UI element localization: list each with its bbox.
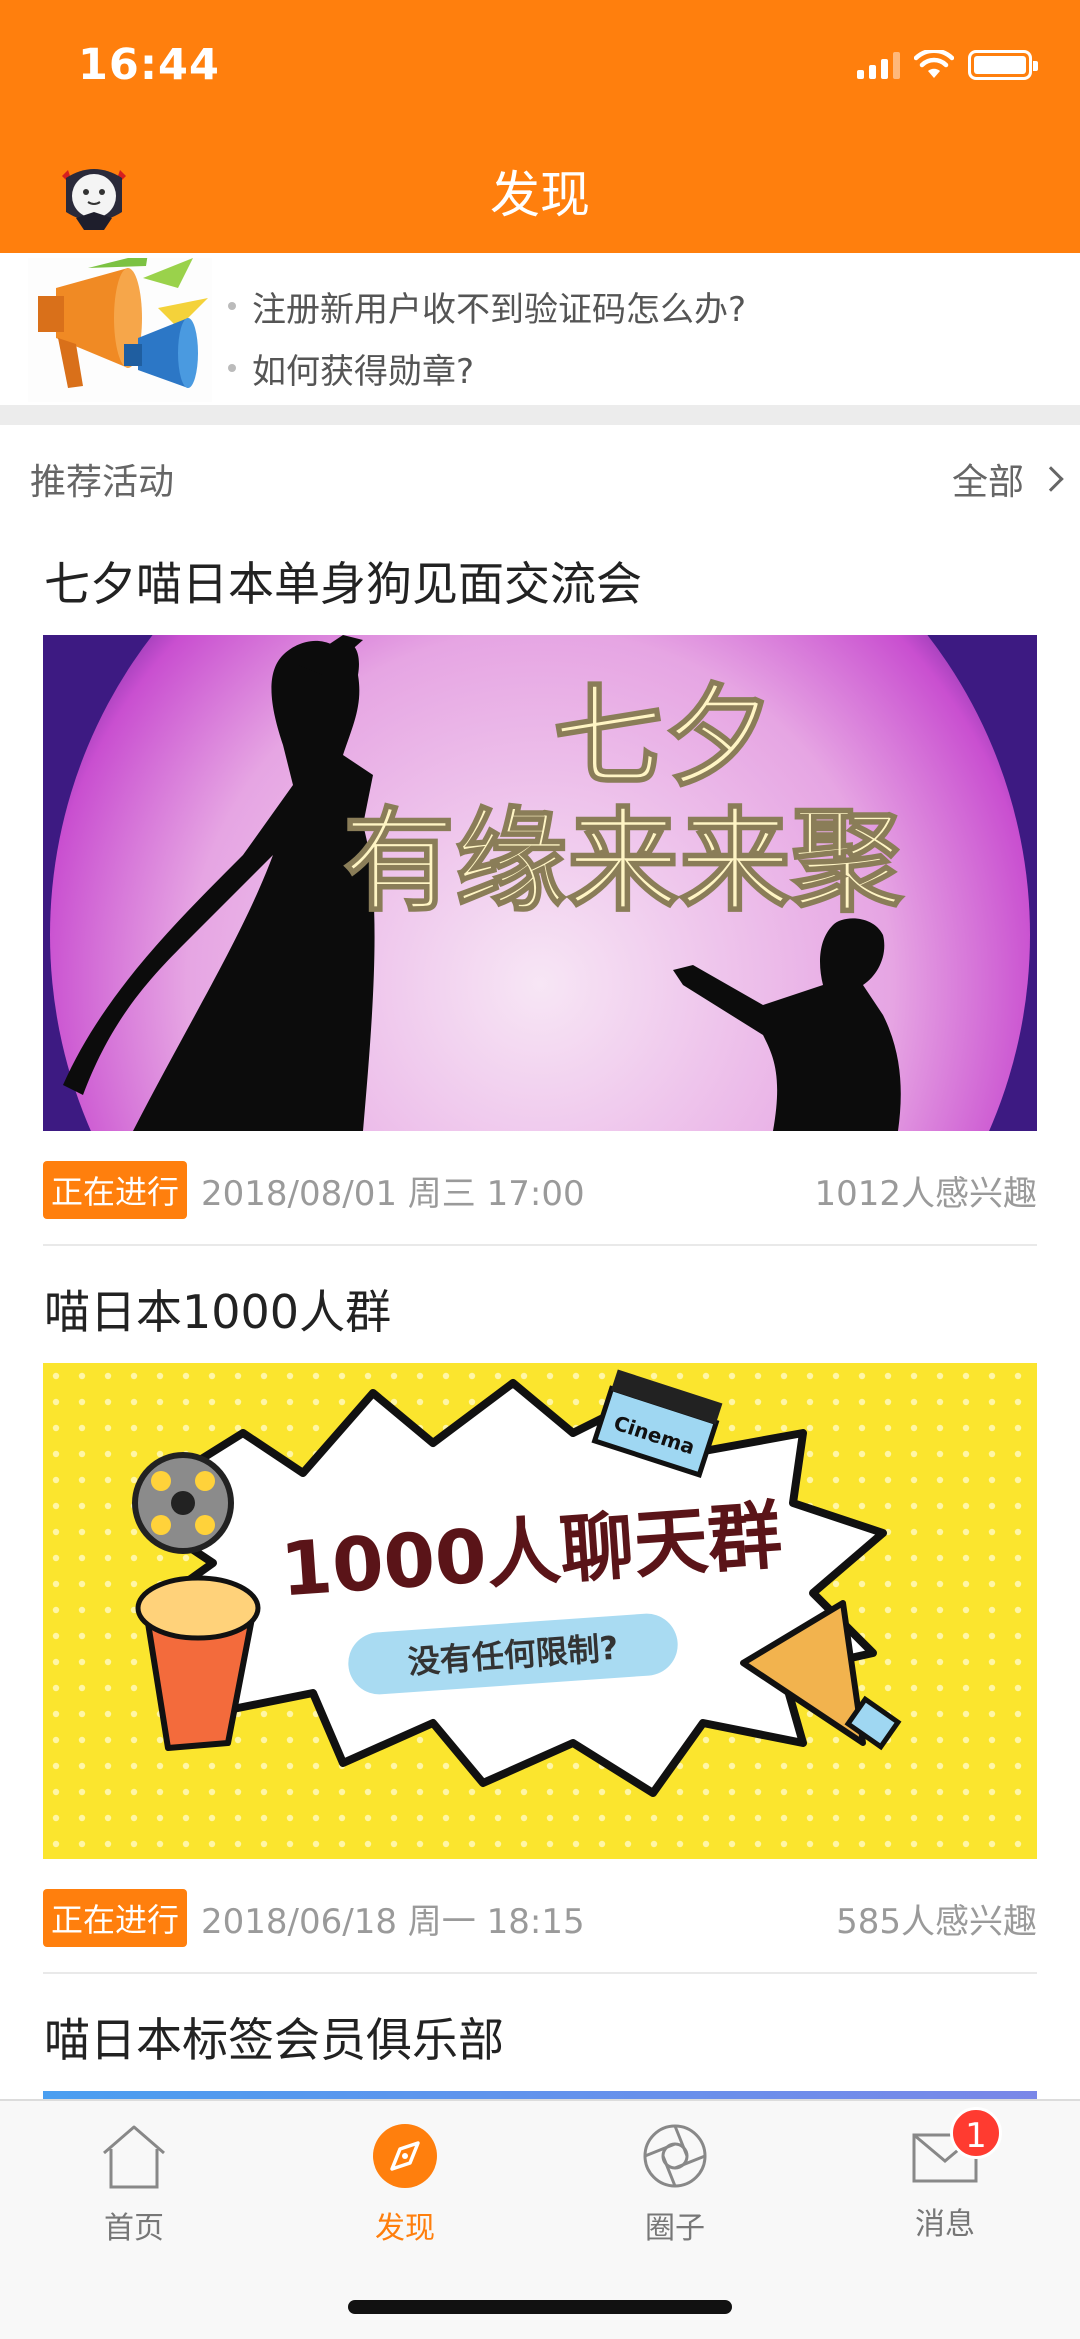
top-header: 16:44 发现 (0, 0, 1080, 253)
activity-banner[interactable]: Cinema 1000人聊天群 没有任何限制? (43, 1363, 1037, 1859)
activity-title[interactable]: 喵日本标签会员俱乐部 (44, 2004, 504, 2070)
chevron-right-icon (1038, 466, 1064, 492)
home-indicator[interactable] (348, 2300, 732, 2314)
notice-text: 注册新用户收不到验证码怎么办? (252, 289, 747, 330)
tab-label: 消息 (915, 2207, 975, 2242)
aperture-icon (643, 2124, 707, 2188)
banner-text: 有缘来来聚 (343, 797, 904, 927)
mail-icon-wrapper: 1 (910, 2107, 1002, 2191)
activity-meta: 正在进行 2018/08/01 周三 17:00 1012人感兴趣 (43, 1160, 1037, 1220)
cellular-signal-icon (857, 51, 900, 79)
tab-discover[interactable]: 发现 (315, 2121, 495, 2247)
battery-icon (968, 50, 1038, 80)
view-all-button[interactable]: 全部 (951, 453, 1064, 505)
view-all-label: 全部 (951, 462, 1024, 503)
tab-label: 圈子 (645, 2211, 705, 2246)
activity-banner[interactable] (43, 2091, 1037, 2099)
tab-label: 发现 (375, 2211, 435, 2246)
activity-date: 2018/08/01 周三 17:00 (201, 1173, 585, 1214)
status-icons (857, 50, 1038, 80)
divider (43, 1244, 1037, 1246)
status-badge: 正在进行 (43, 1889, 188, 1947)
unread-badge: 1 (950, 2107, 1002, 2159)
compass-icon (373, 2124, 437, 2188)
banner-image: 七夕 有缘来来聚 (43, 635, 1037, 1131)
notice-item[interactable]: 注册新用户收不到验证码怎么办? (228, 275, 746, 337)
bullet-icon (228, 364, 236, 372)
notice-text: 如何获得勋章? (252, 351, 475, 392)
announcement-bar: 注册新用户收不到验证码怎么办? 如何获得勋章? (0, 253, 1080, 405)
activity-banner[interactable]: 七夕 有缘来来聚 (43, 635, 1037, 1131)
activity-date: 2018/06/18 周一 18:15 (201, 1901, 585, 1942)
section-divider (0, 405, 1080, 425)
banner-image: Cinema 1000人聊天群 没有任何限制? (43, 1363, 1037, 1859)
home-icon (103, 2125, 165, 2189)
divider (43, 1972, 1037, 1974)
wifi-icon (914, 50, 954, 78)
activity-meta: 正在进行 2018/06/18 周一 18:15 585人感兴趣 (43, 1888, 1037, 1948)
tab-messages[interactable]: 1 消息 (855, 2107, 1035, 2243)
status-time: 16:44 (78, 40, 220, 90)
tab-label: 首页 (104, 2211, 164, 2246)
section-title: 推荐活动 (30, 462, 175, 503)
activity-title[interactable]: 喵日本1000人群 (44, 1276, 391, 1342)
interest-count: 1012人感兴趣 (814, 1173, 1037, 1214)
app-screen: 16:44 发现 注册新用户收不到验证码怎么办? 如何获得勋章? 推荐活动 全部… (0, 0, 1080, 2339)
banner-text: 七夕 (553, 673, 773, 801)
page-title: 发现 (490, 166, 590, 224)
bullet-icon (228, 302, 236, 310)
megaphone-icon (28, 258, 212, 402)
status-badge: 正在进行 (43, 1161, 188, 1219)
tab-home[interactable]: 首页 (44, 2121, 224, 2247)
tab-circle[interactable]: 圈子 (585, 2121, 765, 2247)
notice-item[interactable]: 如何获得勋章? (228, 337, 746, 399)
section-header: 推荐活动 全部 (0, 425, 1080, 525)
interest-count: 585人感兴趣 (836, 1901, 1037, 1942)
notice-list: 注册新用户收不到验证码怎么办? 如何获得勋章? (228, 275, 746, 399)
activity-title[interactable]: 七夕喵日本单身狗见面交流会 (44, 548, 642, 614)
